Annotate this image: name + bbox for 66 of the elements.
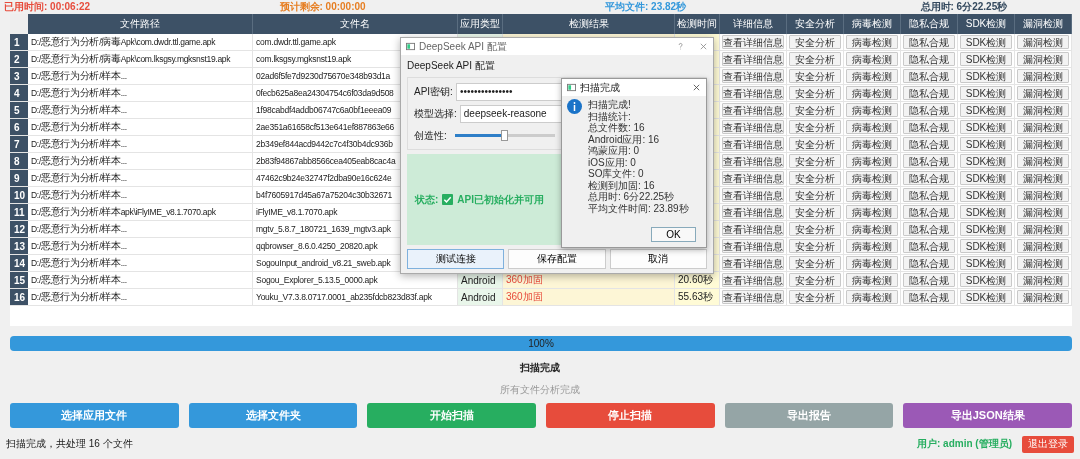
message-line: 检测到加固: 16 [588, 179, 656, 191]
table-cell: D:/恶意行为分析/样本... [28, 85, 253, 101]
column-header: 安全分析 [787, 14, 844, 34]
row-number: 2 [10, 51, 28, 67]
message-line: 扫描完成! [588, 99, 632, 111]
field-label: 模型选择: [414, 106, 457, 121]
message-title: 扫描完成 [580, 80, 620, 95]
status-detail: 所有文件分析完成 [499, 383, 581, 397]
message-line: 总用时: 6分22.25秒 [588, 191, 676, 203]
table-cell: Android [458, 289, 503, 305]
row-number: 4 [10, 85, 28, 101]
table-cell: D:/恶意行为分析/样本... [28, 153, 253, 169]
stat-text: 预计剩余: 00:00:00 [278, 0, 367, 14]
status-title: 扫描完成 [519, 361, 561, 375]
message-line: 扫描统计: [588, 110, 632, 122]
table-cell: D:/恶意行为分析/样本... [28, 221, 253, 237]
row-number: 5 [10, 102, 28, 118]
column-header: SDK检测 [958, 14, 1015, 34]
table-cell: D:/恶意行为分析/病毒Apk\com.lksgsy.mgksnst19.apk [28, 51, 253, 67]
message-line: 总文件数: 16 [588, 122, 646, 134]
row-number: 10 [10, 187, 28, 203]
status-text: API已初始化并可用 [457, 192, 544, 207]
row-number: 15 [10, 272, 28, 288]
row-number: 12 [10, 221, 28, 237]
row-number: 8 [10, 153, 28, 169]
row-number: 9 [10, 170, 28, 186]
message-line: iOS应用: 0 [588, 156, 637, 168]
table-cell: D:/恶意行为分析/样本... [28, 238, 253, 254]
column-header: 病毒检测 [844, 14, 901, 34]
row-number: 3 [10, 68, 28, 84]
table-cell: 360加固 [503, 289, 675, 305]
table-cell: D:/恶意行为分析/样本... [28, 289, 253, 305]
column-header: 漏洞检测 [1015, 14, 1072, 34]
table-cell: 55.63秒 [675, 289, 720, 305]
table-cell: D:/恶意行为分析/样本... [28, 255, 253, 271]
user-label: 用户: admin (管理员) [917, 437, 1012, 451]
table-cell: D:/恶意行为分析/样本... [28, 102, 253, 118]
row-number: 11 [10, 204, 28, 220]
message-line: SO库文件: 0 [588, 168, 645, 180]
table-cell: D:/恶意行为分析/样本... [28, 136, 253, 152]
field-label: API密钥: [414, 84, 453, 99]
table-cell: D:/恶意行为分析/样本... [28, 187, 253, 203]
stat-text: 总用时: 6分22.25秒 [919, 0, 1009, 14]
table-cell: D:/恶意行为分析/样本... [28, 119, 253, 135]
message-line: Android应用: 16 [588, 133, 661, 145]
column-header: 文件名 [253, 14, 458, 34]
row-number: 14 [10, 255, 28, 271]
row-number: 7 [10, 136, 28, 152]
table-cell: D:/恶意行为分析/样本... [28, 68, 253, 84]
status-message: 扫描完成，共处理 16 个文件 [6, 437, 133, 451]
column-header: 详细信息 [720, 14, 787, 34]
message-line: 平均文件时间: 23.89秒 [588, 202, 689, 214]
progress-text: 100% [527, 337, 555, 351]
table-cell: D:/恶意行为分析/样本... [28, 272, 253, 288]
row-number: 16 [10, 289, 28, 305]
column-header: 隐私合规 [901, 14, 958, 34]
stat-text: 已用时间: 00:06:22 [4, 0, 92, 14]
table-cell: D:/恶意行为分析/病毒Apk\com.dwdr.ttl.game.apk [28, 34, 253, 50]
stat-text: 平均文件: 23.82秒 [604, 0, 688, 14]
message-line: 鸿蒙应用: 0 [588, 145, 641, 157]
row-number: 6 [10, 119, 28, 135]
row-number: 13 [10, 238, 28, 254]
table-cell: D:/恶意行为分析/样本... [28, 170, 253, 186]
table-cell: D:/恶意行为分析/样本apk\iFlyIME_v8.1.7070.apk [28, 204, 253, 220]
row-number: 1 [10, 34, 28, 50]
column-header: 文件路径 [28, 14, 253, 34]
